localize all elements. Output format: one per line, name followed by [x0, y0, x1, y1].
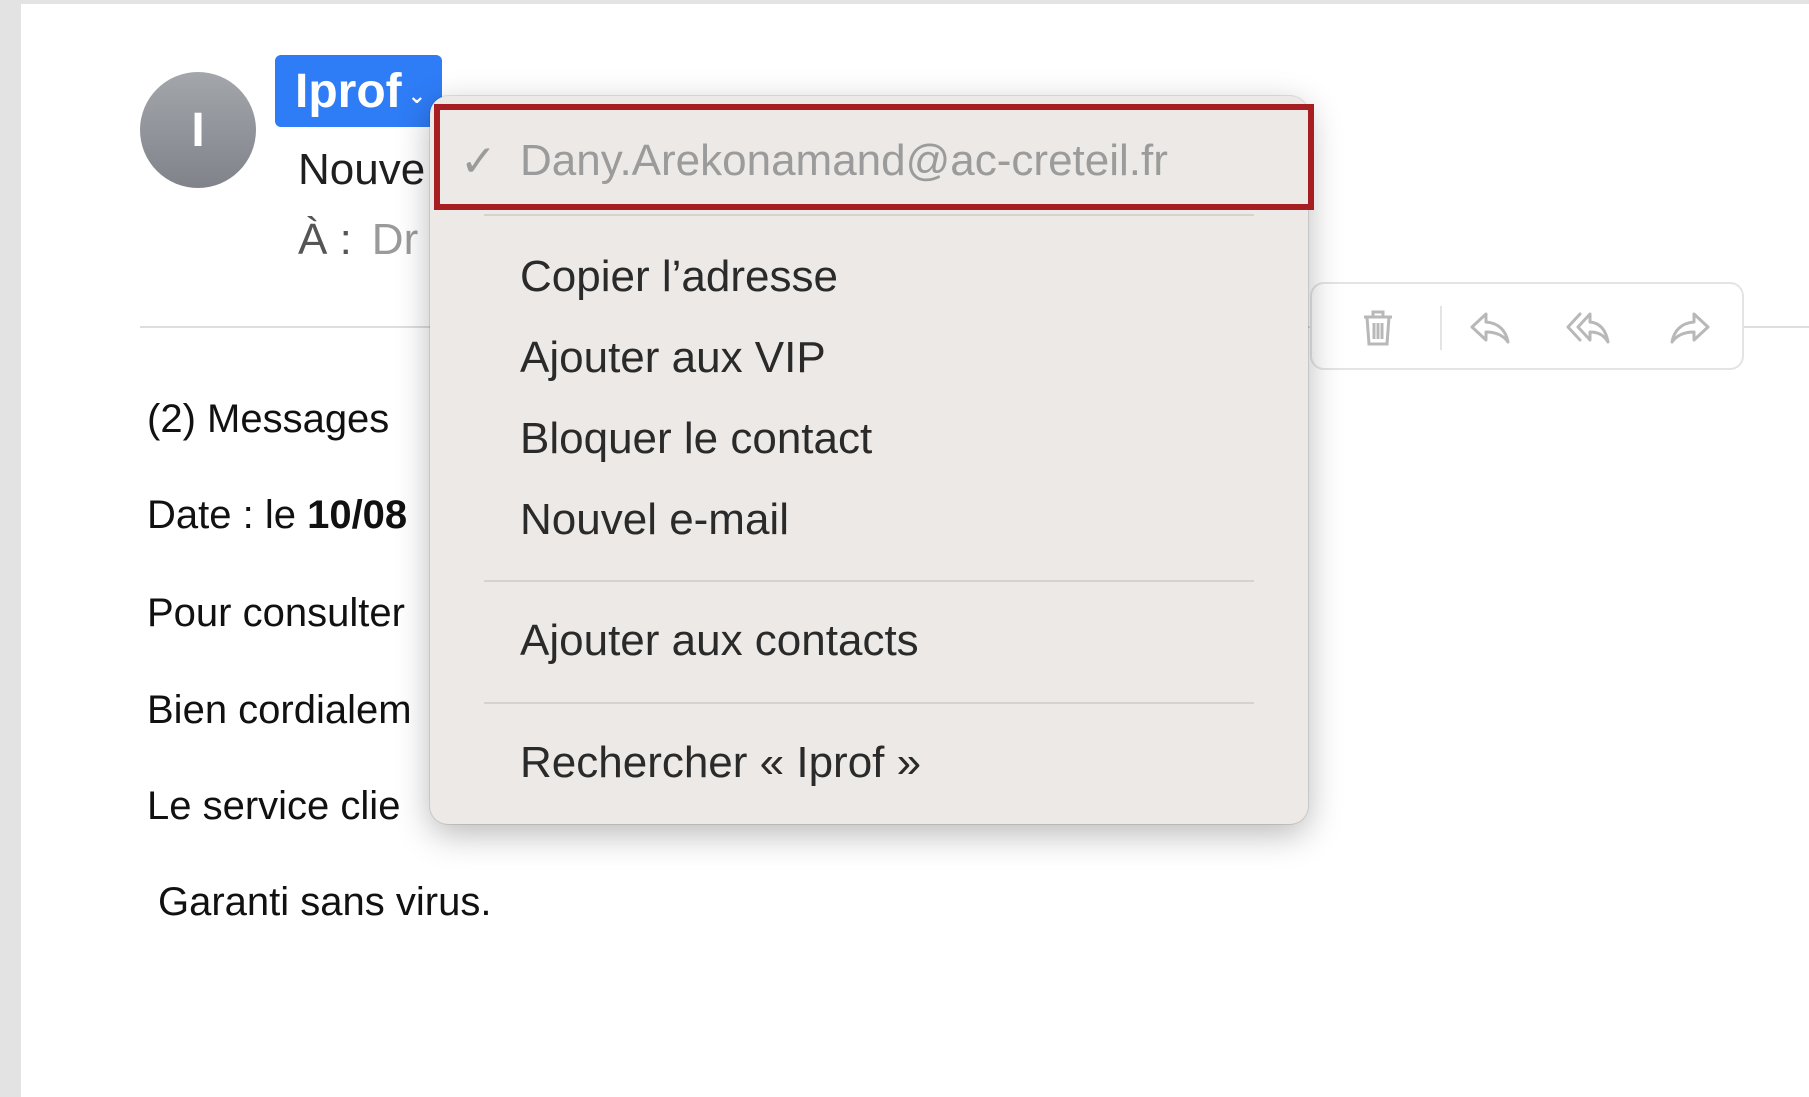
message-toolbar: [1310, 282, 1744, 370]
reply-all-icon: [1566, 312, 1610, 344]
menu-separator: [484, 214, 1254, 216]
menu-separator: [484, 702, 1254, 704]
forward-button[interactable]: [1668, 306, 1712, 350]
body-line-4: Bien cordialem: [147, 688, 412, 732]
menu-item-block-contact[interactable]: Bloquer le contact: [520, 414, 872, 464]
message-subject: Nouve: [298, 145, 426, 194]
to-label: À :: [298, 215, 352, 264]
menu-item-email-address: Dany.Arekonamand@ac-creteil.fr: [520, 136, 1168, 185]
sender-name: Iprof: [295, 64, 402, 118]
reply-all-button[interactable]: [1566, 306, 1610, 350]
body-line-6: Garanti sans virus.: [158, 880, 492, 924]
sender-avatar: I: [140, 72, 256, 188]
menu-item-search-sender[interactable]: Rechercher « Iprof »: [520, 738, 921, 788]
body-line-2: Date : le 10/08: [147, 493, 407, 538]
body-line-3: Pour consulter: [147, 591, 405, 635]
menu-item-add-vip[interactable]: Ajouter aux VIP: [520, 333, 826, 383]
avatar-initial: I: [191, 103, 205, 157]
trash-icon: [1364, 310, 1392, 346]
recipient-value[interactable]: Dr: [372, 215, 418, 264]
delete-button[interactable]: [1356, 306, 1400, 350]
body-line-1: (2) Messages: [147, 397, 390, 441]
forward-icon: [1670, 312, 1710, 344]
reply-icon: [1470, 312, 1510, 344]
menu-item-add-contacts[interactable]: Ajouter aux contacts: [520, 616, 919, 666]
menu-item-new-email[interactable]: Nouvel e-mail: [520, 495, 789, 545]
toolbar-separator: [1440, 306, 1442, 350]
sender-context-menu: ✓ Dany.Arekonamand@ac-creteil.fr Copier …: [430, 96, 1308, 824]
chevron-down-icon: ⌄: [407, 83, 427, 108]
date-prefix: Date : le: [147, 493, 308, 537]
checkmark-icon: ✓: [460, 137, 497, 186]
sender-name-button[interactable]: Iprof ⌄: [275, 55, 443, 127]
date-value: 10/08: [307, 493, 408, 537]
reply-button[interactable]: [1468, 306, 1512, 350]
body-line-5: Le service clie: [147, 784, 401, 828]
recipient-row: À : Dr: [298, 215, 418, 265]
menu-item-copy-address[interactable]: Copier l’adresse: [520, 252, 838, 302]
menu-separator: [484, 580, 1254, 582]
